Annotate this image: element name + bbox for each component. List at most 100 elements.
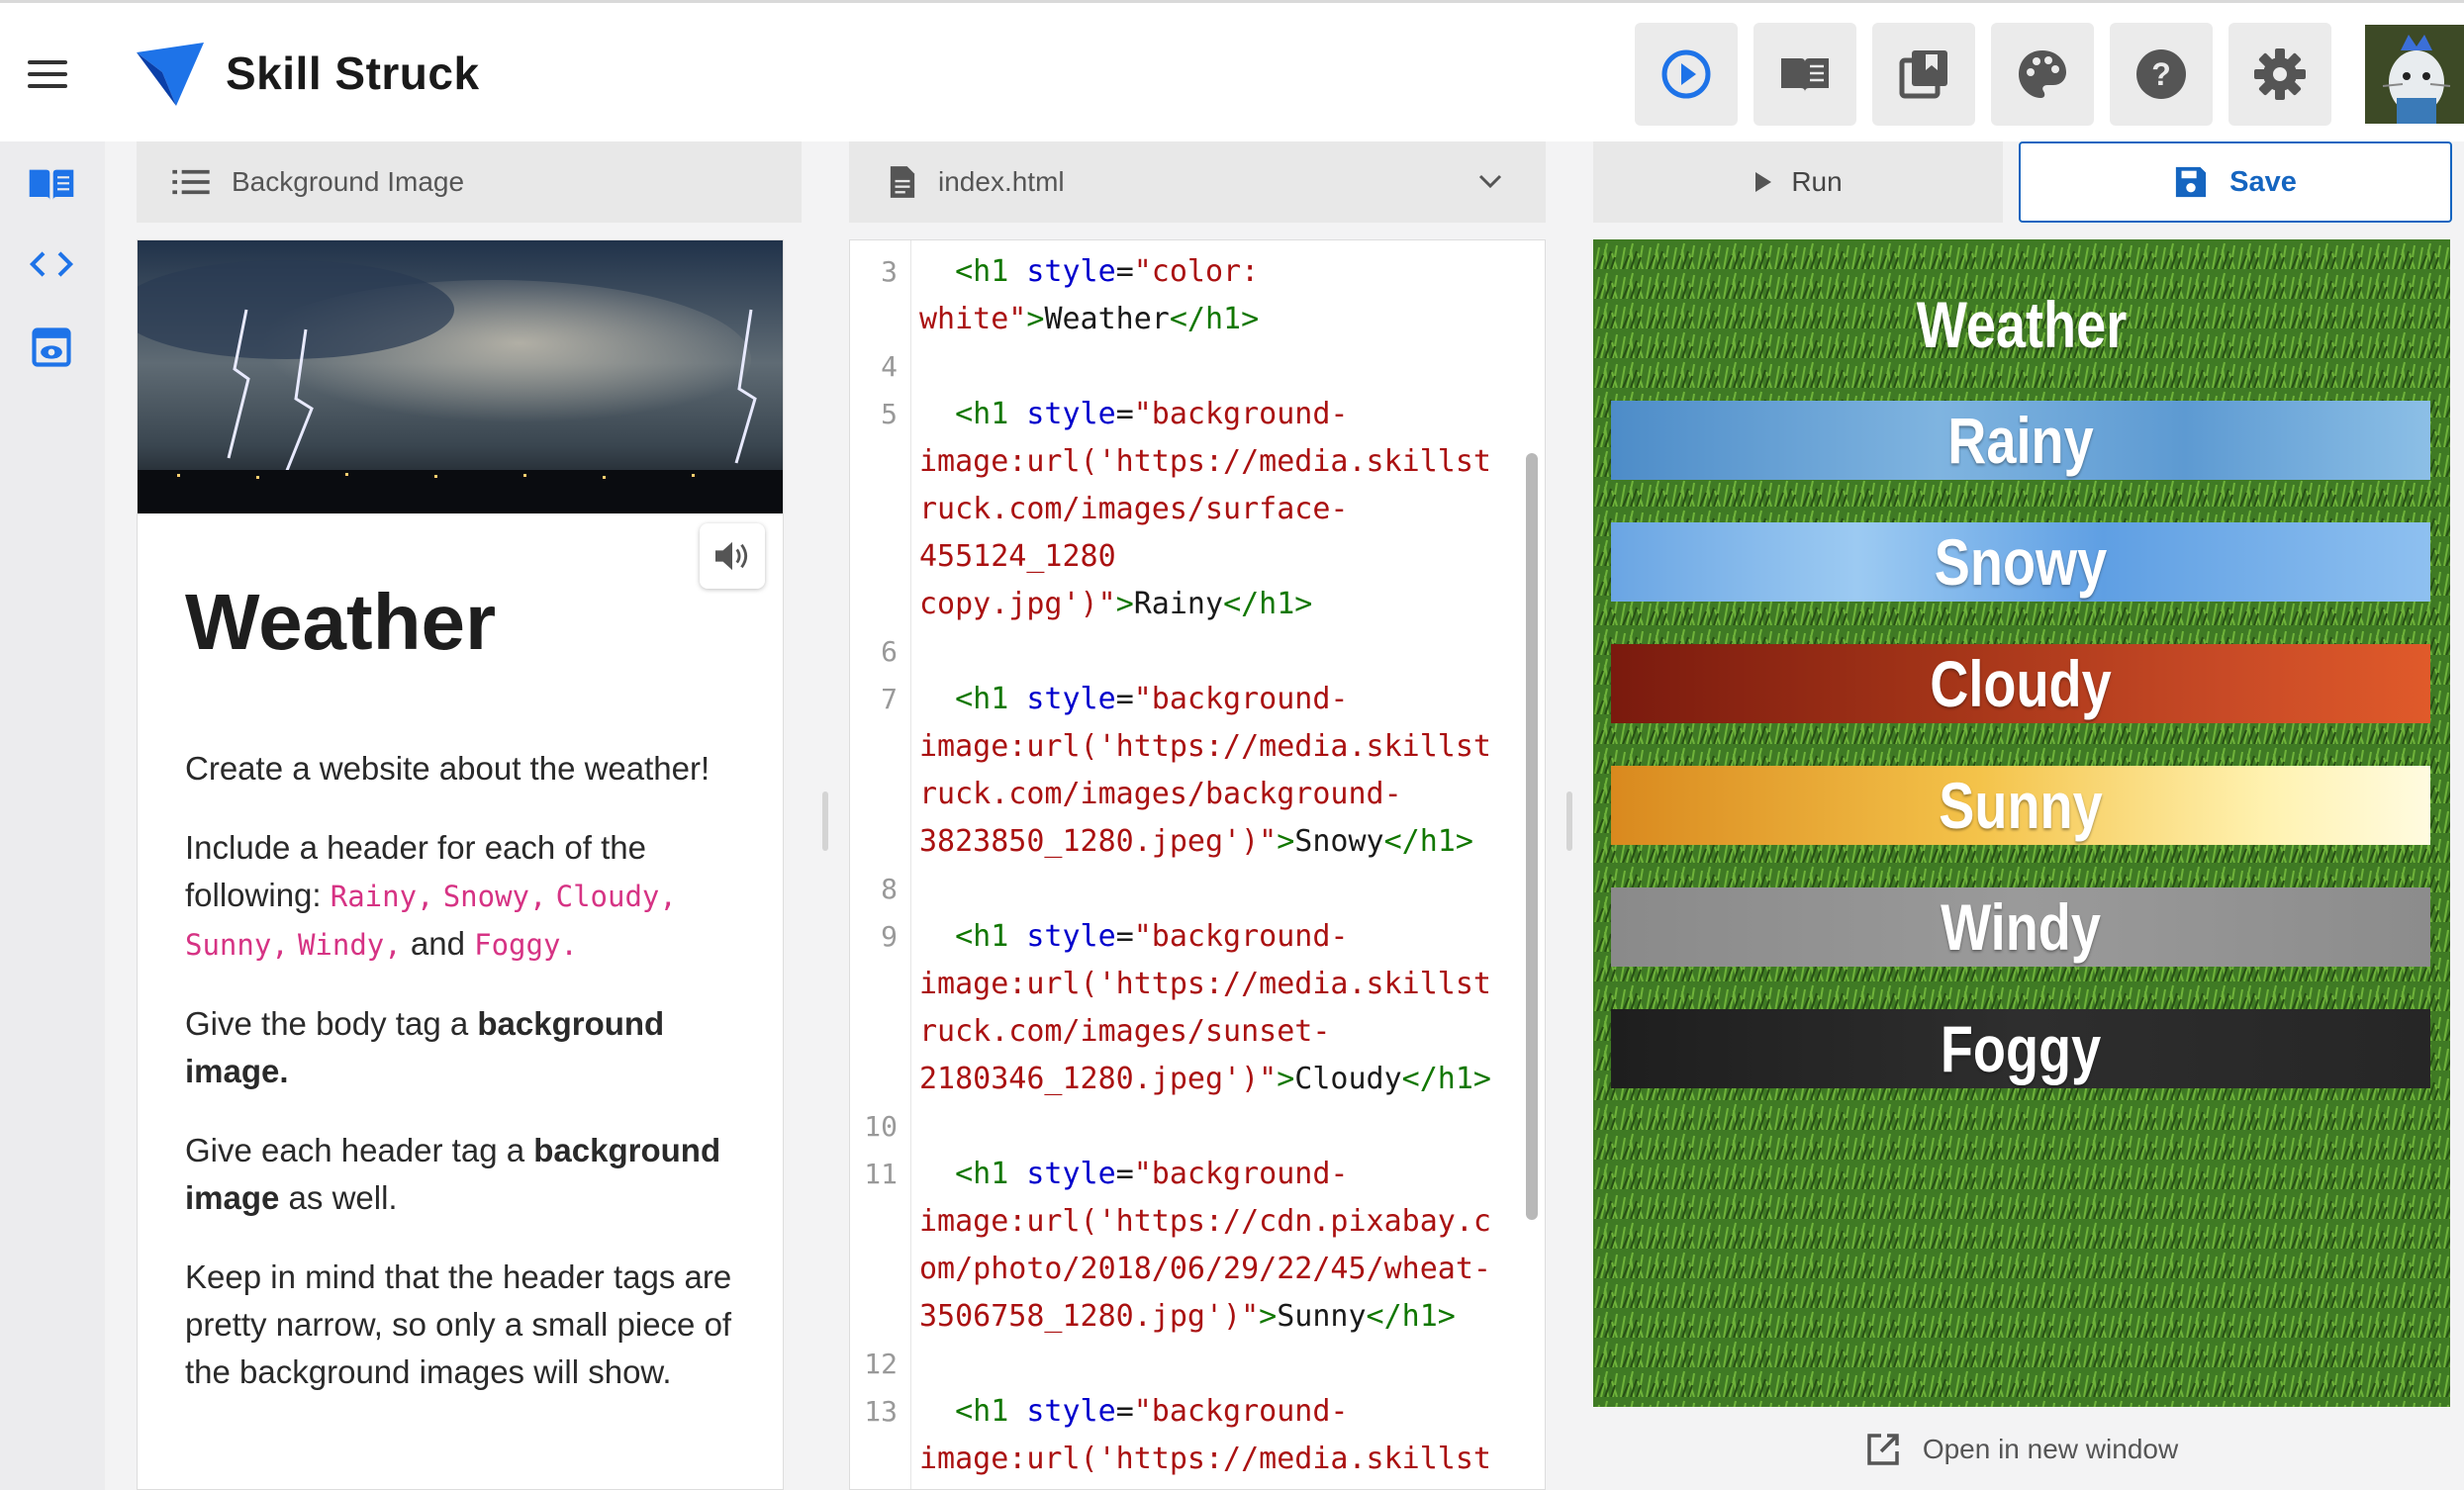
preview-band-label: Cloudy (1930, 647, 2112, 720)
code-text: ruck.com/images/surface- (919, 486, 1348, 533)
code-text: om/photo/2018/06/29/22/45/wheat- (919, 1246, 1491, 1293)
code-line[interactable]: ruck.com/images/background- (850, 771, 1545, 818)
code-token: <h1 (955, 254, 1009, 289)
code-token: image:url('https://media.skillst (919, 444, 1491, 479)
open-in-new-window-button[interactable]: Open in new window (1593, 1415, 2450, 1484)
code-line[interactable]: 13 <h1 style="background- (850, 1388, 1545, 1436)
lesson-header[interactable]: Background Image (137, 141, 802, 223)
code-text: copy.jpg')">Rainy</h1> (919, 581, 1312, 628)
code-line[interactable]: 5 <h1 style="background- (850, 391, 1545, 438)
code-line[interactable]: copy.jpg')">Rainy</h1> (850, 581, 1545, 628)
code-token: style (1026, 682, 1116, 716)
code-token: image:url('https://cdn.pixabay.c (919, 1204, 1491, 1239)
code-editor[interactable]: 3 <h1 style="color: white">Weather</h1> 4 5… (849, 239, 1546, 1490)
code-line[interactable]: 455124_1280 (850, 533, 1545, 581)
code-text: image:url('https://media.skillst (919, 438, 1491, 486)
help-button[interactable]: ? (2110, 23, 2213, 126)
lesson-button[interactable] (1753, 23, 1856, 126)
code-line[interactable]: ruck.com/images/sunset- (850, 1008, 1545, 1056)
code-line[interactable]: image:url('https://media.skillst (850, 438, 1545, 486)
code-line[interactable]: 12 (850, 1341, 1545, 1388)
code-line[interactable]: 3 <h1 style="color: (850, 248, 1545, 296)
save-button[interactable]: Save (2019, 141, 2452, 223)
code-token: > (1277, 824, 1295, 859)
code-line[interactable]: image:url('https://media.skillst (850, 723, 1545, 771)
code-text: <h1 style="background- (919, 913, 1348, 961)
editor-scrollbar[interactable] (1526, 453, 1538, 1220)
code-line[interactable]: 2180346_1280.jpeg')">Cloudy</h1> (850, 1056, 1545, 1103)
panel-resize-handle[interactable] (1566, 792, 1572, 851)
code-token: > (1259, 1299, 1278, 1334)
code-rainy: Rainy, (330, 880, 434, 913)
external-link-icon (1867, 1434, 1899, 1465)
library-button[interactable] (1872, 23, 1975, 126)
code-line[interactable]: 4 (850, 343, 1545, 391)
rail-code-button[interactable] (24, 240, 79, 288)
preview-band-label: Rainy (1947, 404, 2094, 477)
code-icon (29, 251, 74, 277)
svg-text:?: ? (2151, 56, 2171, 92)
code-token: </h1> (1169, 302, 1260, 336)
code-token: Sunny (1277, 1299, 1367, 1334)
file-selector[interactable]: index.html (849, 141, 1546, 223)
code-text: 3823850_1280.jpeg')">Snowy</h1> (919, 818, 1473, 866)
save-label: Save (2229, 165, 2297, 198)
code-token: image:url('https://media.skillst (919, 1442, 1491, 1476)
code-line[interactable]: 3506758_1280.jpg')">Sunny</h1> (850, 1293, 1545, 1341)
code-line[interactable]: white">Weather</h1> (850, 296, 1545, 343)
code-token: </h1> (1383, 824, 1473, 859)
code-line[interactable]: image:url('https://cdn.pixabay.c (850, 1198, 1545, 1246)
code-line[interactable]: image:url('https://media.skillst (850, 1436, 1545, 1483)
code-token: "background- (1133, 1157, 1349, 1191)
instruction-4: Give each header tag a background image … (185, 1127, 759, 1222)
read-aloud-button[interactable] (700, 523, 765, 589)
code-token: ruck.com/images/sunset- (919, 1014, 1331, 1049)
code-text: <h1 style="background- (919, 1151, 1349, 1198)
code-line[interactable]: 7 <h1 style="background- (850, 676, 1545, 723)
rail-lesson-button[interactable] (24, 161, 79, 209)
code-line[interactable]: 11 <h1 style="background- (850, 1151, 1545, 1198)
instruction-2: Include a header for each of the followi… (185, 824, 759, 969)
code-token: image:url('https://media.skillst (919, 729, 1491, 764)
code-text: white">Weather</h1> (919, 296, 1259, 343)
code-token: style (1026, 919, 1116, 954)
avatar[interactable] (2365, 25, 2464, 124)
run-button[interactable]: Run (1593, 141, 2003, 223)
code-line[interactable]: 3823850_1280.jpeg')">Snowy</h1> (850, 818, 1545, 866)
code-token: = (1115, 397, 1134, 431)
code-line[interactable]: om/photo/2018/06/29/22/45/wheat- (850, 1246, 1545, 1293)
palette-icon (2019, 50, 2066, 98)
play-button[interactable] (1635, 23, 1738, 126)
settings-button[interactable] (2228, 23, 2331, 126)
code-line[interactable]: 8 (850, 866, 1545, 913)
lesson-title: Weather (185, 578, 497, 666)
instruction-4-text: Give each header tag a (185, 1132, 534, 1168)
code-token: "background- (1133, 682, 1349, 716)
code-line[interactable]: 10 (850, 1103, 1545, 1151)
code-line[interactable]: ruck.com/images/surface- (850, 486, 1545, 533)
panel-resize-handle[interactable] (822, 792, 828, 851)
line-number: 7 (881, 683, 898, 715)
help-icon: ? (2136, 49, 2186, 99)
code-line[interactable]: 9 <h1 style="background- (850, 913, 1545, 961)
theme-button[interactable] (1991, 23, 2094, 126)
code-token: style (1026, 1157, 1116, 1191)
code-windy: Windy, (297, 928, 402, 962)
menu-icon[interactable] (28, 60, 67, 88)
preview-frame[interactable]: Weather Rainy Snowy Cloudy Sunny Windy Foggy (1593, 239, 2450, 1407)
run-label: Run (1791, 166, 1843, 197)
code-text: ruck.com/images/background- (919, 771, 1402, 818)
instruction-2-and: and (401, 925, 475, 962)
lesson-panel: Weather Create a website about the weath… (137, 239, 784, 1490)
code-line[interactable]: image:url('https://media.skillst (850, 961, 1545, 1008)
code-token: style (1026, 254, 1116, 289)
code-line[interactable]: 6 (850, 628, 1545, 676)
code-token: ruck.com/images/surface- (919, 492, 1349, 526)
rail-preview-button[interactable] (24, 324, 79, 371)
code-token: Cloudy (1294, 1062, 1402, 1096)
brand-name: Skill Struck (226, 47, 480, 99)
